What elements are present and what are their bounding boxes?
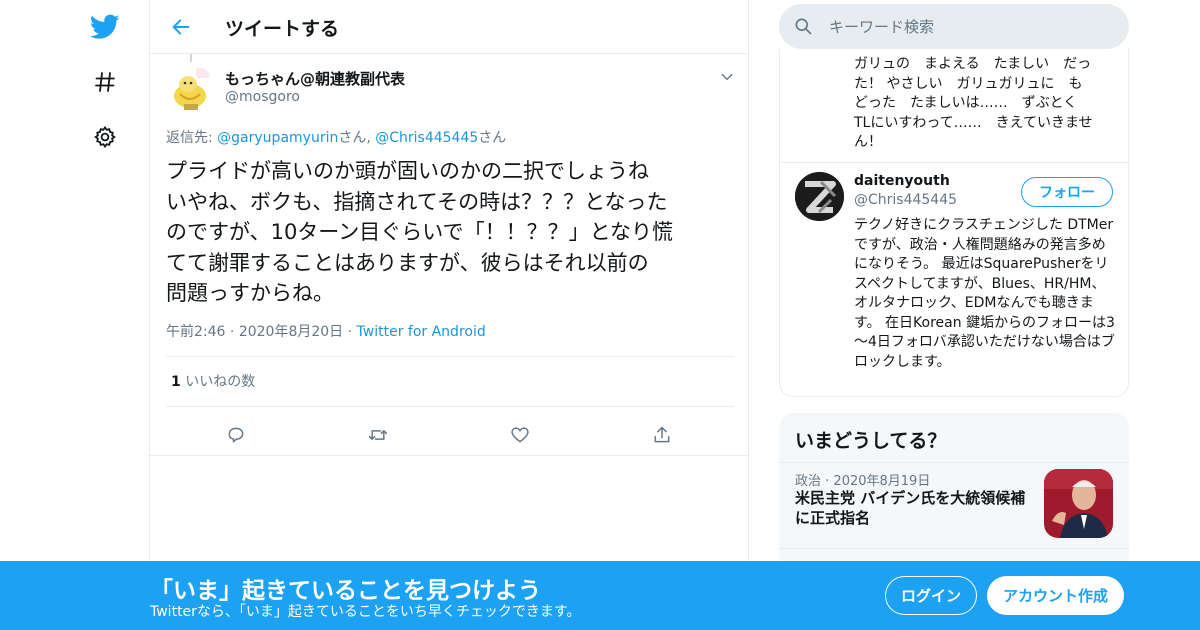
- trend-meta: 政治 · 2020年8月19日: [795, 470, 930, 489]
- follow-button[interactable]: フォロー: [1021, 177, 1113, 207]
- trends-title: いまどうしてる？: [795, 430, 947, 452]
- trend-photo: [1044, 469, 1113, 538]
- share-icon: [654, 426, 670, 443]
- search-bar: [779, 4, 1129, 49]
- page: ツイートする もっちゃん@朝連教副代表 @mosgoro 返信先: @garyu…: [0, 0, 1200, 630]
- like-button[interactable]: [503, 418, 537, 452]
- reply-icon: [228, 427, 244, 443]
- reply-suffix: さん,: [338, 130, 376, 146]
- tweet-date[interactable]: 2020年8月20日: [239, 324, 343, 340]
- back-button[interactable]: [166, 12, 196, 42]
- like-count: 1: [171, 374, 181, 390]
- main-column: ツイートする もっちゃん@朝連教副代表 @mosgoro 返信先: @garyu…: [149, 0, 749, 630]
- tweet-source[interactable]: Twitter for Android: [357, 324, 486, 340]
- reply-to-label: 返信先:: [166, 130, 218, 146]
- like-icon: [511, 427, 529, 443]
- main-header: ツイートする: [150, 0, 748, 54]
- gear-icon: [94, 125, 116, 149]
- search-input[interactable]: [829, 4, 1119, 49]
- user-avatar-image: [795, 172, 844, 221]
- display-name[interactable]: もっちゃん@朝連教副代表: [225, 68, 405, 89]
- trend-title: 米民主党 バイデン氏を大統領候補に正式指名: [795, 489, 1026, 527]
- tweet-meta: 午前2:46 · 2020年8月20日 · Twitter for Androi…: [166, 321, 486, 341]
- previous-user-bio: ガリュの まよえる たましい だっ た！ やさしい ガリュガリュに も どった …: [854, 56, 1093, 150]
- user-card: ガリュの まよえる たましい だっ た！ やさしい ガリュガリュに も どった …: [779, 49, 1129, 397]
- user-bio: テクノ好きにクラスチェンジした DTMerですが、政治・人権問題絡みの発言多めに…: [854, 217, 1115, 370]
- meta-dot: ·: [821, 474, 834, 489]
- explore-link[interactable]: [80, 57, 130, 107]
- user-name[interactable]: daitenyouth: [854, 173, 950, 189]
- user-handle[interactable]: @mosgoro: [225, 89, 300, 105]
- reply-suffix: さん: [478, 130, 507, 146]
- avatar-image: [166, 64, 214, 112]
- retweet-button[interactable]: [361, 418, 395, 452]
- divider: [166, 356, 734, 357]
- tweet-text: プライドが高いのか頭が固いのかの二択でしょうね いやね、ボクも、指摘されてその時…: [166, 159, 673, 305]
- avatar[interactable]: [166, 64, 214, 112]
- page-title: ツイートする: [225, 18, 340, 40]
- divider: [166, 406, 734, 407]
- chevron-down-icon: [721, 73, 733, 81]
- divider: [780, 162, 1128, 163]
- search-icon: [795, 18, 812, 35]
- banner-title: 「いま」起きていることを見つけよう: [150, 578, 541, 604]
- divider: [779, 548, 1129, 549]
- banner-subtitle: Twitterなら、「いま」起きていることをいち早くチェックできます。: [150, 604, 581, 620]
- user-avatar[interactable]: [795, 172, 844, 221]
- share-button[interactable]: [645, 418, 679, 452]
- trend-date: 2020年8月19日: [833, 474, 931, 489]
- signup-button[interactable]: アカウント作成: [987, 576, 1124, 615]
- twitter-logo-link[interactable]: [80, 2, 130, 52]
- thread-line: [190, 54, 192, 62]
- meta-dot: ·: [225, 324, 239, 340]
- settings-link[interactable]: [80, 112, 130, 162]
- login-button[interactable]: ログイン: [885, 576, 977, 615]
- tweet-time[interactable]: 午前2:46: [166, 324, 225, 340]
- user-handle[interactable]: @Chris445445: [854, 192, 957, 208]
- retweet-icon: [368, 430, 388, 440]
- meta-dot: ·: [343, 324, 357, 340]
- trend-category: 政治: [795, 474, 822, 489]
- back-arrow-icon: [172, 19, 190, 35]
- likes-count-link[interactable]: 1 いいねの数: [171, 371, 255, 391]
- signup-banner: 「いま」起きていることを見つけよう Twitterなら、「いま」起きていることを…: [0, 561, 1200, 630]
- trend-image: [1044, 469, 1113, 538]
- tweet: もっちゃん@朝連教副代表 @mosgoro 返信先: @garyupamyuri…: [150, 54, 748, 456]
- reply-to-line: 返信先: @garyupamyurinさん, @Chris445445さん: [166, 127, 506, 147]
- twitter-bird-icon: [90, 14, 120, 39]
- like-count-label: いいねの数: [180, 374, 256, 390]
- tweet-menu-button[interactable]: [716, 66, 738, 88]
- reply-user-link[interactable]: @garyupamyurin: [217, 130, 338, 146]
- reply-user-link[interactable]: @Chris445445: [375, 130, 478, 146]
- hashtag-icon: [95, 72, 115, 92]
- reply-button[interactable]: [219, 418, 253, 452]
- divider: [779, 462, 1129, 463]
